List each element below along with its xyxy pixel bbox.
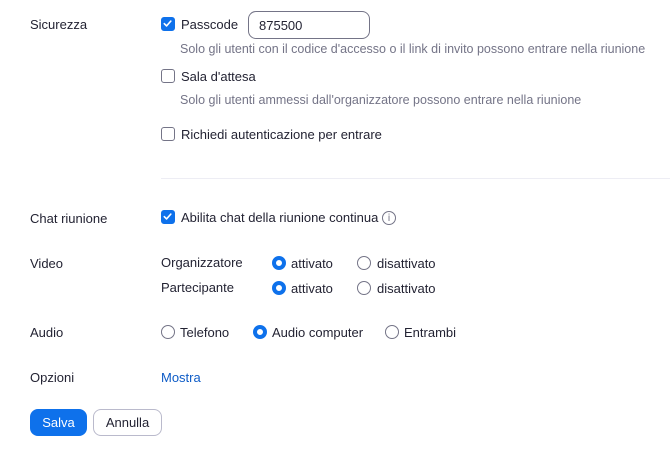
video-host-on-label: attivato [291, 256, 333, 271]
audio-both-label: Entrambi [404, 325, 457, 340]
save-button[interactable]: Salva [30, 409, 87, 436]
video-participant-off-radio[interactable] [357, 281, 371, 295]
passcode-input[interactable] [248, 11, 370, 39]
audio-section-label: Audio [30, 325, 64, 340]
video-host-off-radio[interactable] [357, 256, 371, 270]
audio-telephone-radio[interactable] [161, 325, 175, 339]
waiting-room-label: Sala d'attesa [181, 69, 256, 84]
require-auth-checkbox[interactable] [161, 127, 175, 141]
section-divider [161, 178, 670, 179]
video-participant-off-label: disattivato [377, 281, 436, 296]
video-host-on-radio[interactable] [272, 256, 286, 270]
audio-both-radio[interactable] [385, 325, 399, 339]
waiting-room-checkbox[interactable] [161, 69, 175, 83]
video-participant-on-radio[interactable] [272, 281, 286, 295]
waiting-room-help-text: Solo gli utenti ammessi dall'organizzato… [180, 93, 582, 107]
video-host-label: Organizzatore [161, 255, 243, 270]
chat-section-label: Chat riunione [30, 211, 108, 226]
security-section-label: Sicurezza [30, 17, 88, 32]
check-icon [163, 20, 172, 27]
continuous-chat-checkbox[interactable] [161, 210, 175, 224]
passcode-checkbox[interactable] [161, 17, 175, 31]
video-participant-label: Partecipante [161, 280, 234, 295]
video-host-off-label: disattivato [377, 256, 436, 271]
require-auth-label: Richiedi autenticazione per entrare [181, 127, 382, 142]
video-participant-on-label: attivato [291, 281, 333, 296]
audio-telephone-label: Telefono [180, 325, 230, 340]
audio-computer-radio[interactable] [253, 325, 267, 339]
audio-computer-label: Audio computer [272, 325, 364, 340]
continuous-chat-label: Abilita chat della riunione continua [181, 210, 379, 225]
passcode-help-text: Solo gli utenti con il codice d'accesso … [180, 42, 646, 56]
options-section-label: Opzioni [30, 370, 75, 385]
passcode-label: Passcode [181, 17, 239, 32]
video-section-label: Video [30, 256, 64, 271]
cancel-button[interactable]: Annulla [93, 409, 162, 436]
check-icon [163, 213, 172, 220]
show-options-link[interactable]: Mostra [161, 370, 201, 385]
info-icon[interactable]: i [382, 211, 396, 225]
